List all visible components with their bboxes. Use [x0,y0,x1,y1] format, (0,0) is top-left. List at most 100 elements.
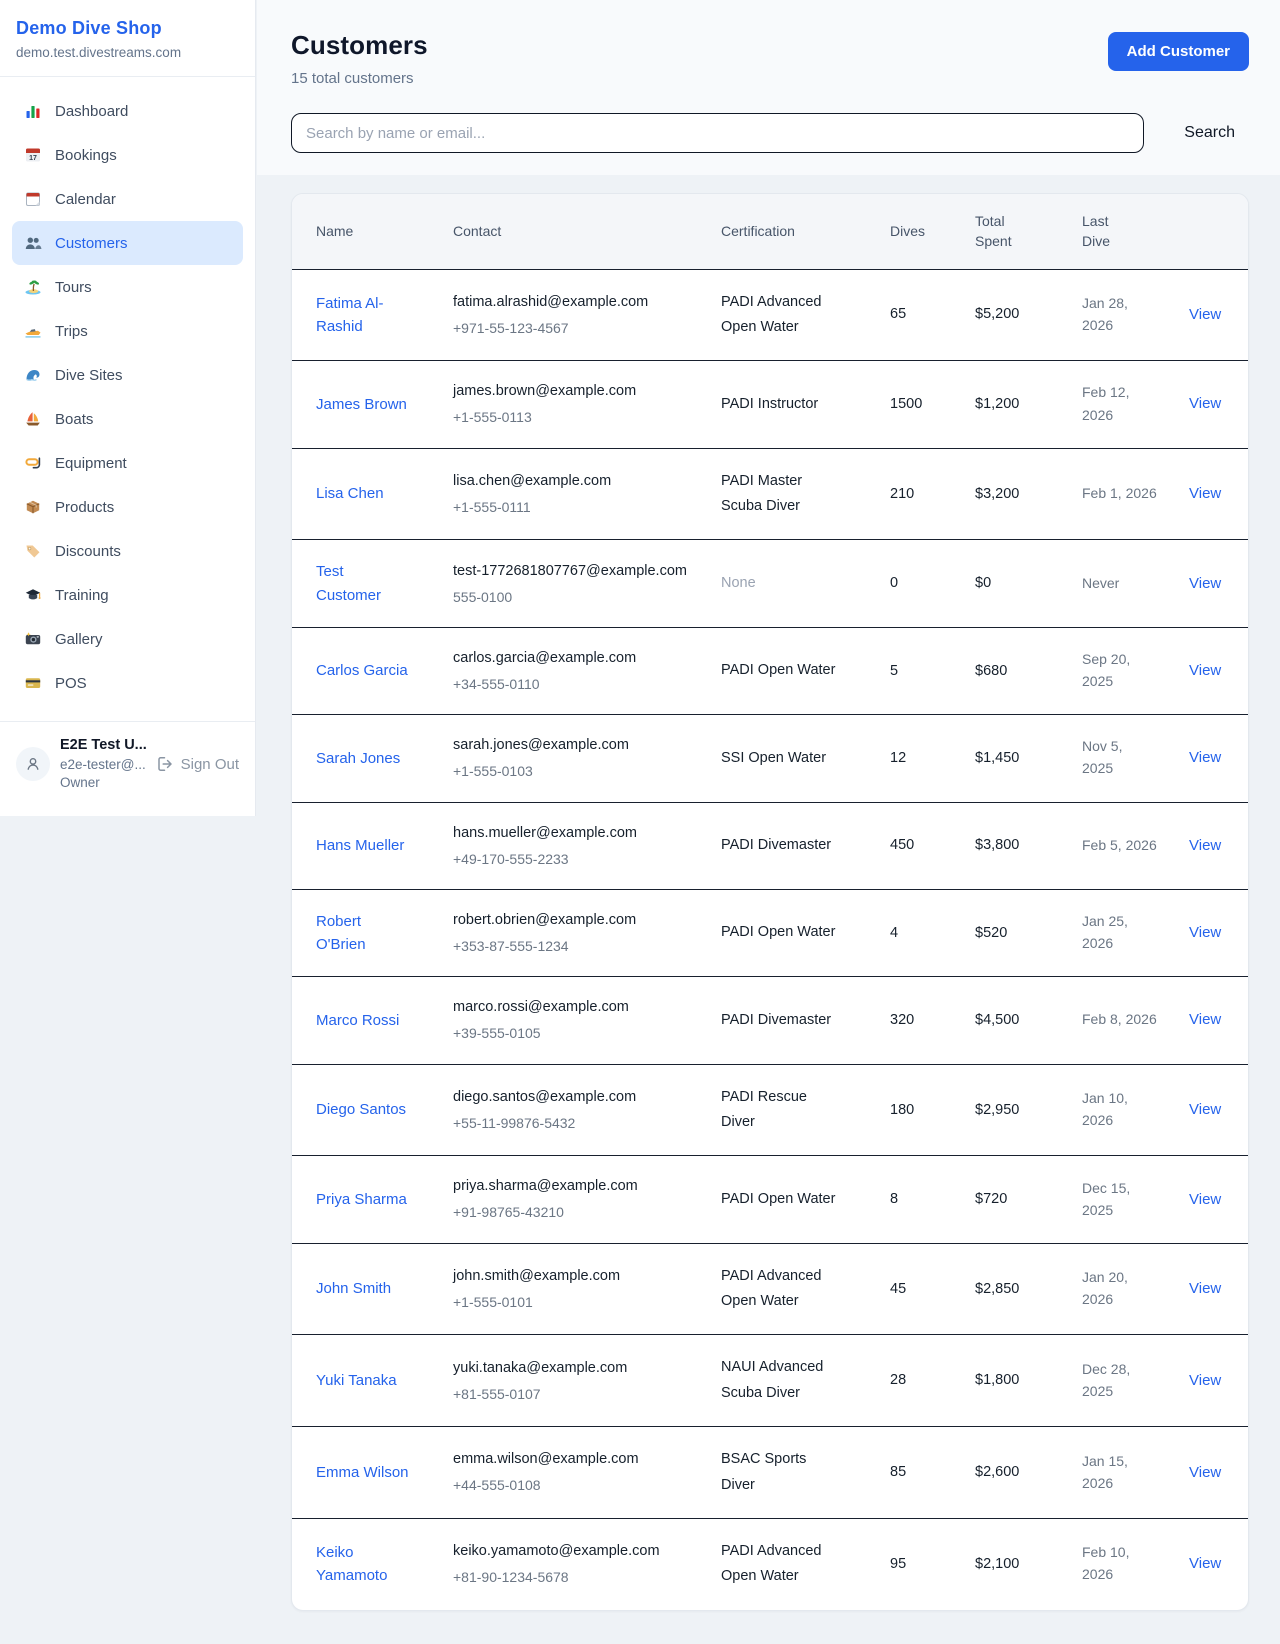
sidebar-item-dive-sites[interactable]: Dive Sites [12,353,243,397]
column-header-dives: Dives [874,194,959,269]
customer-email: keiko.yamamoto@example.com [453,1541,689,1562]
customer-dives: 28 [890,1372,906,1388]
customer-name-link[interactable]: Keiko Yamamoto [316,1541,409,1588]
customer-email: james.brown@example.com [453,381,689,402]
customer-phone: +1-555-0103 [453,761,689,781]
customer-email: hans.mueller@example.com [453,823,689,844]
customer-name-link[interactable]: Hans Mueller [316,834,404,857]
sidebar-item-gallery[interactable]: Gallery [12,617,243,661]
sidebar-nav: Dashboard 17 Bookings Calendar Customers… [0,77,255,719]
view-customer-link[interactable]: View [1189,1011,1221,1028]
column-header-contact: Contact [437,194,705,269]
table-row: Robert O'Brien robert.obrien@example.com… [292,889,1249,977]
customer-last-dive: Feb 8, 2026 [1082,1011,1157,1027]
customer-certification: PADI Divemaster [721,1008,831,1033]
table-row: Sarah Jones sarah.jones@example.com +1-5… [292,715,1249,802]
bookings-icon: 17 [24,146,42,164]
column-header-name: Name [292,194,437,269]
view-customer-link[interactable]: View [1189,575,1221,592]
view-customer-link[interactable]: View [1189,1372,1221,1389]
customer-name-link[interactable]: Lisa Chen [316,482,384,505]
customer-name-link[interactable]: Fatima Al-Rashid [316,292,409,339]
customer-phone: 555-0100 [453,587,689,607]
customer-total-spent: $0 [975,575,991,591]
sign-out-label: Sign Out [181,756,239,773]
customer-name-link[interactable]: John Smith [316,1277,391,1300]
sidebar-item-boats[interactable]: Boats [12,397,243,441]
view-customer-link[interactable]: View [1189,1191,1221,1208]
customer-phone: +971-55-123-4567 [453,318,689,338]
customer-name-link[interactable]: Robert O'Brien [316,910,409,957]
dashboard-icon [24,102,42,120]
customer-total-spent: $520 [975,925,1007,941]
customer-phone: +81-555-0107 [453,1384,689,1404]
sign-out-button[interactable]: Sign Out [154,755,241,773]
customer-dives: 12 [890,750,906,766]
customer-email: priya.sharma@example.com [453,1176,689,1197]
sidebar-item-customers[interactable]: Customers [12,221,243,265]
sidebar-item-dashboard[interactable]: Dashboard [12,89,243,133]
customer-total-spent: $720 [975,1191,1007,1207]
customer-name-link[interactable]: Sarah Jones [316,747,400,770]
view-customer-link[interactable]: View [1189,1101,1221,1118]
customer-name-link[interactable]: Test Customer [316,560,409,607]
customer-email: yuki.tanaka@example.com [453,1358,689,1379]
search-button[interactable]: Search [1174,116,1245,150]
view-customer-link[interactable]: View [1189,485,1221,502]
pos-icon [24,674,42,692]
sidebar-item-training[interactable]: Training [12,573,243,617]
products-icon [24,498,42,516]
customer-last-dive: Nov 5, 2025 [1082,738,1122,776]
customer-name-link[interactable]: Diego Santos [316,1098,406,1121]
user-icon [24,755,42,773]
view-customer-link[interactable]: View [1189,749,1221,766]
sidebar-item-products[interactable]: Products [12,485,243,529]
sidebar-item-bookings[interactable]: 17 Bookings [12,133,243,177]
table-row: Hans Mueller hans.mueller@example.com +4… [292,802,1249,889]
customer-last-dive: Jan 20, 2026 [1082,1269,1128,1307]
customer-phone: +39-555-0105 [453,1023,689,1043]
add-customer-button[interactable]: Add Customer [1108,32,1249,71]
user-section: E2E Test U... e2e-tester@... Owner Sign … [0,721,255,806]
customers-table: Name Contact Certification Dives Total S… [292,194,1249,1610]
sidebar-item-discounts[interactable]: Discounts [12,529,243,573]
view-customer-link[interactable]: View [1189,395,1221,412]
customer-name-link[interactable]: Carlos Garcia [316,659,408,682]
training-icon [24,586,42,604]
view-customer-link[interactable]: View [1189,306,1221,323]
view-customer-link[interactable]: View [1189,924,1221,941]
svg-text:17: 17 [29,155,37,162]
search-row: Search [291,113,1249,153]
view-customer-link[interactable]: View [1189,837,1221,854]
table-row: Lisa Chen lisa.chen@example.com +1-555-0… [292,448,1249,540]
customer-name-link[interactable]: Emma Wilson [316,1461,409,1484]
shop-header[interactable]: Demo Dive Shop demo.test.divestreams.com [0,0,255,77]
content-area: Name Contact Certification Dives Total S… [257,175,1280,1644]
customer-name-link[interactable]: James Brown [316,393,407,416]
search-input[interactable] [291,113,1144,153]
customer-certification: PADI Advanced Open Water [721,1264,839,1315]
sidebar-item-calendar[interactable]: Calendar [12,177,243,221]
customer-name-link[interactable]: Priya Sharma [316,1188,407,1211]
customer-name-link[interactable]: Yuki Tanaka [316,1369,397,1392]
sidebar-item-tours[interactable]: Tours [12,265,243,309]
customer-last-dive: Jan 28, 2026 [1082,295,1128,333]
view-customer-link[interactable]: View [1189,1464,1221,1481]
customer-certification: None [721,571,756,596]
customer-email: robert.obrien@example.com [453,910,689,931]
sidebar-item-trips[interactable]: Trips [12,309,243,353]
customer-phone: +1-555-0113 [453,407,689,427]
view-customer-link[interactable]: View [1189,1555,1221,1572]
customer-last-dive: Jan 25, 2026 [1082,913,1128,951]
customer-dives: 0 [890,575,898,591]
sidebar-item-equipment[interactable]: Equipment [12,441,243,485]
view-customer-link[interactable]: View [1189,662,1221,679]
customer-phone: +55-11-99876-5432 [453,1113,689,1133]
view-customer-link[interactable]: View [1189,1280,1221,1297]
customer-dives: 180 [890,1102,914,1118]
main-content: Customers 15 total customers Add Custome… [257,0,1280,1644]
customer-phone: +91-98765-43210 [453,1202,689,1222]
sidebar-item-pos[interactable]: POS [12,661,243,705]
customer-dives: 320 [890,1012,914,1028]
customer-name-link[interactable]: Marco Rossi [316,1009,399,1032]
